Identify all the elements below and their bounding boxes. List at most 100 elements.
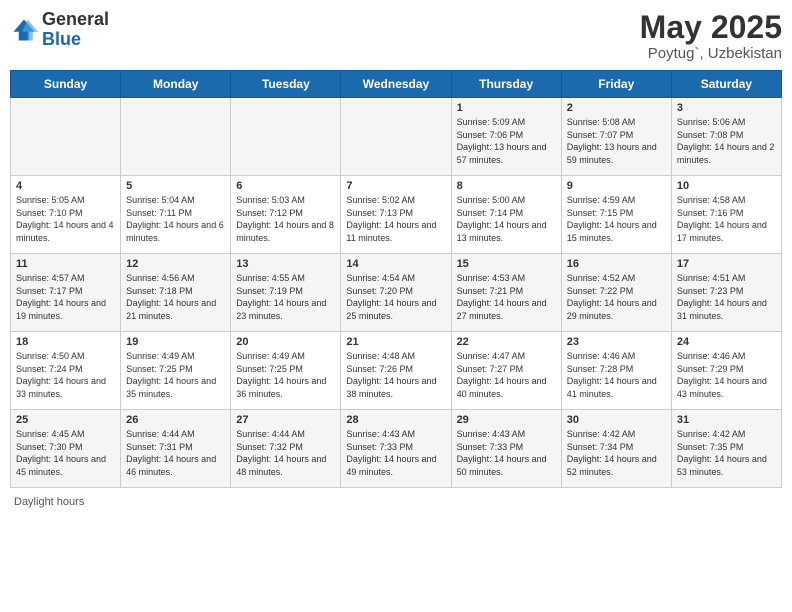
col-header-saturday: Saturday [671,71,781,98]
day-cell: 8Sunrise: 5:00 AMSunset: 7:14 PMDaylight… [451,176,561,254]
day-info: Sunrise: 4:42 AMSunset: 7:34 PMDaylight:… [567,428,666,478]
day-info: Sunrise: 4:43 AMSunset: 7:33 PMDaylight:… [346,428,445,478]
day-cell: 7 Sunrise: 5:02 AMSunset: 7:13 PMDaylight… [341,176,451,254]
day-number: 25 [16,414,115,426]
day-info: Sunrise: 5:08 AMSunset: 7:07 PMDaylight:… [567,116,666,166]
day-cell: 9 Sunrise: 4:59 AMSunset: 7:15 PMDaylight… [561,176,671,254]
day-cell: 18 Sunrise: 4:50 AMSunset: 7:24 PMDayligh… [11,332,121,410]
day-info: Sunrise: 4:49 AMSunset: 7:25 PMDaylight:… [236,350,335,400]
day-info: Sunrise: 4:55 AMSunset: 7:19 PMDaylight:… [236,272,335,322]
day-number: 12 [126,258,225,270]
day-cell: 19Sunrise: 4:49 AMSunset: 7:25 PMDayligh… [121,332,231,410]
day-cell: 31 Sunrise: 4:42 AMSunset: 7:35 PMDayligh… [671,410,781,488]
col-header-sunday: Sunday [11,71,121,98]
day-info: Sunrise: 4:46 AMSunset: 7:29 PMDaylight:… [677,350,776,400]
day-info: Sunrise: 4:50 AMSunset: 7:24 PMDaylight:… [16,350,115,400]
col-header-tuesday: Tuesday [231,71,341,98]
day-cell: 15 Sunrise: 4:53 AMSunset: 7:21 PMDayligh… [451,254,561,332]
day-info: Sunrise: 4:57 AMSunset: 7:17 PMDaylight:… [16,272,115,322]
day-cell: 4 Sunrise: 5:05 AMSunset: 7:10 PMDaylight… [11,176,121,254]
day-number: 23 [567,336,666,348]
week-row-2: 4 Sunrise: 5:05 AMSunset: 7:10 PMDaylight… [11,176,782,254]
footer: Daylight hours [10,496,782,508]
day-number: 13 [236,258,335,270]
day-cell: 1 Sunrise: 5:09 AMSunset: 7:06 PMDaylight… [451,98,561,176]
day-number: 26 [126,414,225,426]
calendar-body: 1 Sunrise: 5:09 AMSunset: 7:06 PMDaylight… [11,98,782,488]
day-info: Sunrise: 5:05 AMSunset: 7:10 PMDaylight:… [16,194,115,244]
logo-icon [10,16,38,44]
day-info: Sunrise: 4:51 AMSunset: 7:23 PMDaylight:… [677,272,776,322]
day-cell: 3Sunrise: 5:06 AMSunset: 7:08 PMDaylight… [671,98,781,176]
day-number: 16 [567,258,666,270]
day-number: 18 [16,336,115,348]
day-number: 3 [677,102,776,114]
day-info: Sunrise: 5:03 AMSunset: 7:12 PMDaylight:… [236,194,335,244]
day-cell: 17 Sunrise: 4:51 AMSunset: 7:23 PMDayligh… [671,254,781,332]
logo: General Blue [10,10,109,50]
day-info: Sunrise: 4:46 AMSunset: 7:28 PMDaylight:… [567,350,666,400]
day-number: 22 [457,336,556,348]
day-cell: 5Sunrise: 5:04 AMSunset: 7:11 PMDaylight… [121,176,231,254]
day-cell: 28 Sunrise: 4:43 AMSunset: 7:33 PMDayligh… [341,410,451,488]
day-number: 24 [677,336,776,348]
day-number: 14 [346,258,445,270]
day-info: Sunrise: 5:09 AMSunset: 7:06 PMDaylight:… [457,116,556,166]
day-number: 1 [457,102,556,114]
day-info: Sunrise: 5:00 AMSunset: 7:14 PMDaylight:… [457,194,556,244]
day-number: 6 [236,180,335,192]
day-cell: 10 Sunrise: 4:58 AMSunset: 7:16 PMDayligh… [671,176,781,254]
day-cell: 30Sunrise: 4:42 AMSunset: 7:34 PMDayligh… [561,410,671,488]
title-block: May 2025 Poytug`, Uzbekistan [640,10,782,62]
col-header-thursday: Thursday [451,71,561,98]
day-number: 2 [567,102,666,114]
day-number: 17 [677,258,776,270]
day-cell: 23 Sunrise: 4:46 AMSunset: 7:28 PMDayligh… [561,332,671,410]
day-number: 28 [346,414,445,426]
day-info: Sunrise: 4:42 AMSunset: 7:35 PMDaylight:… [677,428,776,478]
day-number: 31 [677,414,776,426]
day-info: Sunrise: 4:47 AMSunset: 7:27 PMDaylight:… [457,350,556,400]
day-cell: 14 Sunrise: 4:54 AMSunset: 7:20 PMDayligh… [341,254,451,332]
day-cell [11,98,121,176]
day-number: 11 [16,258,115,270]
day-info: Sunrise: 4:44 AMSunset: 7:32 PMDaylight:… [236,428,335,478]
week-row-3: 11 Sunrise: 4:57 AMSunset: 7:17 PMDayligh… [11,254,782,332]
day-info: Sunrise: 4:56 AMSunset: 7:18 PMDaylight:… [126,272,225,322]
day-cell: 21Sunrise: 4:48 AMSunset: 7:26 PMDayligh… [341,332,451,410]
day-number: 15 [457,258,556,270]
day-number: 29 [457,414,556,426]
day-info: Sunrise: 4:48 AMSunset: 7:26 PMDaylight:… [346,350,445,400]
day-cell: 25 Sunrise: 4:45 AMSunset: 7:30 PMDayligh… [11,410,121,488]
day-cell: 26Sunrise: 4:44 AMSunset: 7:31 PMDayligh… [121,410,231,488]
day-cell: 12 Sunrise: 4:56 AMSunset: 7:18 PMDayligh… [121,254,231,332]
month-title: May 2025 [640,10,782,45]
day-info: Sunrise: 4:53 AMSunset: 7:21 PMDaylight:… [457,272,556,322]
day-info: Sunrise: 4:45 AMSunset: 7:30 PMDaylight:… [16,428,115,478]
day-cell: 20Sunrise: 4:49 AMSunset: 7:25 PMDayligh… [231,332,341,410]
day-info: Sunrise: 4:59 AMSunset: 7:15 PMDaylight:… [567,194,666,244]
day-cell: 2 Sunrise: 5:08 AMSunset: 7:07 PMDaylight… [561,98,671,176]
daylight-label: Daylight hours [14,496,84,508]
day-cell: 22 Sunrise: 4:47 AMSunset: 7:27 PMDayligh… [451,332,561,410]
logo-blue-text: Blue [42,30,109,50]
day-number: 4 [16,180,115,192]
day-info: Sunrise: 4:58 AMSunset: 7:16 PMDaylight:… [677,194,776,244]
page-header: General Blue May 2025 Poytug`, Uzbekista… [10,10,782,62]
day-number: 27 [236,414,335,426]
day-info: Sunrise: 4:52 AMSunset: 7:22 PMDaylight:… [567,272,666,322]
week-row-5: 25 Sunrise: 4:45 AMSunset: 7:30 PMDayligh… [11,410,782,488]
logo-general: General [42,10,109,30]
day-number: 10 [677,180,776,192]
week-row-1: 1 Sunrise: 5:09 AMSunset: 7:06 PMDaylight… [11,98,782,176]
day-info: Sunrise: 5:02 AMSunset: 7:13 PMDaylight:… [346,194,445,244]
logo-text: General Blue [42,10,109,50]
day-cell [341,98,451,176]
day-cell [121,98,231,176]
day-info: Sunrise: 4:49 AMSunset: 7:25 PMDaylight:… [126,350,225,400]
day-number: 9 [567,180,666,192]
day-number: 5 [126,180,225,192]
day-info: Sunrise: 4:54 AMSunset: 7:20 PMDaylight:… [346,272,445,322]
day-number: 7 [346,180,445,192]
day-cell: 16 Sunrise: 4:52 AMSunset: 7:22 PMDayligh… [561,254,671,332]
